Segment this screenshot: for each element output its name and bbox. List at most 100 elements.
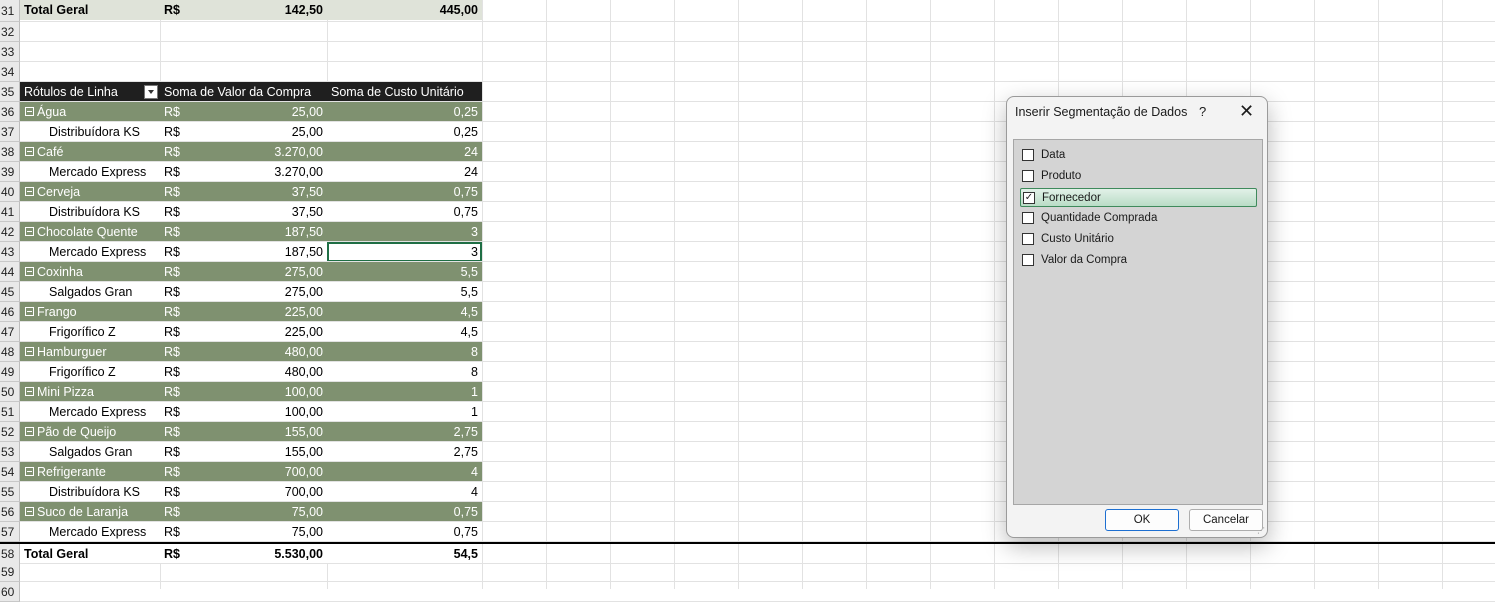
- cancel-button[interactable]: Cancelar: [1189, 509, 1263, 531]
- field-option[interactable]: Custo Unitário: [1020, 230, 1257, 249]
- category-cost[interactable]: 8: [327, 342, 482, 362]
- collapse-icon[interactable]: [25, 107, 34, 116]
- supplier-cost[interactable]: 24: [327, 162, 482, 182]
- supplier-value[interactable]: 275,00: [160, 282, 327, 302]
- supplier-cost[interactable]: 5,5: [327, 282, 482, 302]
- row-number[interactable]: 31: [0, 0, 20, 22]
- checkbox[interactable]: [1022, 254, 1034, 266]
- supplier-value[interactable]: 480,00: [160, 362, 327, 382]
- collapse-icon[interactable]: [25, 427, 34, 436]
- supplier-value[interactable]: 3.270,00: [160, 162, 327, 182]
- row-number[interactable]: 46: [0, 302, 20, 322]
- row-number[interactable]: 58: [0, 544, 20, 564]
- row-number[interactable]: 43: [0, 242, 20, 262]
- row-number[interactable]: 54: [0, 462, 20, 482]
- row-labels-header[interactable]: Rótulos de Linha: [20, 82, 160, 102]
- row-number[interactable]: 38: [0, 142, 20, 162]
- close-icon[interactable]: ✕: [1239, 101, 1254, 121]
- row-number[interactable]: 39: [0, 162, 20, 182]
- row-number[interactable]: 37: [0, 122, 20, 142]
- filter-dropdown-icon[interactable]: [144, 85, 158, 99]
- category-value[interactable]: 37,50: [160, 182, 327, 202]
- supplier-label[interactable]: Mercado Express: [20, 162, 160, 182]
- category-cost[interactable]: 0,75: [327, 182, 482, 202]
- supplier-cost[interactable]: 2,75: [327, 442, 482, 462]
- supplier-label[interactable]: Mercado Express: [20, 402, 160, 422]
- help-icon[interactable]: ?: [1199, 104, 1206, 119]
- row-number[interactable]: 48: [0, 342, 20, 362]
- row-number[interactable]: 55: [0, 482, 20, 502]
- category-label[interactable]: Cerveja: [20, 182, 160, 202]
- checkbox[interactable]: [1022, 212, 1034, 224]
- row-number[interactable]: 41: [0, 202, 20, 222]
- supplier-cost[interactable]: 8: [327, 362, 482, 382]
- checkbox-checked[interactable]: ✓: [1023, 192, 1035, 204]
- row-number[interactable]: 53: [0, 442, 20, 462]
- category-label[interactable]: Frango: [20, 302, 160, 322]
- category-value[interactable]: 480,00: [160, 342, 327, 362]
- collapse-icon[interactable]: [25, 227, 34, 236]
- category-cost[interactable]: 5,5: [327, 262, 482, 282]
- grand-total-value[interactable]: 5.530,00: [160, 544, 327, 564]
- supplier-cost[interactable]: 4: [327, 482, 482, 502]
- row-number[interactable]: 35: [0, 82, 20, 102]
- category-label[interactable]: Hamburguer: [20, 342, 160, 362]
- collapse-icon[interactable]: [25, 187, 34, 196]
- checkbox[interactable]: [1022, 170, 1034, 182]
- row-number[interactable]: 56: [0, 502, 20, 522]
- supplier-label[interactable]: Frigorífico Z: [20, 362, 160, 382]
- supplier-cost[interactable]: 0,75: [327, 522, 482, 542]
- supplier-cost[interactable]: 3: [327, 242, 482, 262]
- category-value[interactable]: 187,50: [160, 222, 327, 242]
- category-cost[interactable]: 2,75: [327, 422, 482, 442]
- row-number[interactable]: 59: [0, 562, 20, 582]
- supplier-cost[interactable]: 0,75: [327, 202, 482, 222]
- category-value[interactable]: 3.270,00: [160, 142, 327, 162]
- grand-total-label[interactable]: Total Geral: [20, 544, 160, 564]
- supplier-cost[interactable]: 0,25: [327, 122, 482, 142]
- category-cost[interactable]: 0,75: [327, 502, 482, 522]
- row-number[interactable]: 51: [0, 402, 20, 422]
- sum-value-header[interactable]: Soma de Valor da Compra: [160, 82, 327, 102]
- supplier-cost[interactable]: 4,5: [327, 322, 482, 342]
- category-value[interactable]: 25,00: [160, 102, 327, 122]
- supplier-label[interactable]: Distribuídora KS: [20, 122, 160, 142]
- supplier-value[interactable]: 100,00: [160, 402, 327, 422]
- category-label[interactable]: Refrigerante: [20, 462, 160, 482]
- supplier-value[interactable]: 37,50: [160, 202, 327, 222]
- category-cost[interactable]: 24: [327, 142, 482, 162]
- row-number[interactable]: 36: [0, 102, 20, 122]
- supplier-cost[interactable]: 1: [327, 402, 482, 422]
- field-option[interactable]: Produto: [1020, 167, 1257, 186]
- category-label[interactable]: Chocolate Quente: [20, 222, 160, 242]
- collapse-icon[interactable]: [25, 467, 34, 476]
- supplier-label[interactable]: Distribuídora KS: [20, 482, 160, 502]
- collapse-icon[interactable]: [25, 347, 34, 356]
- row-number[interactable]: 33: [0, 42, 20, 62]
- collapse-icon[interactable]: [25, 267, 34, 276]
- category-value[interactable]: 75,00: [160, 502, 327, 522]
- collapse-icon[interactable]: [25, 307, 34, 316]
- supplier-label[interactable]: Salgados Gran: [20, 442, 160, 462]
- grand-total-cost[interactable]: 54,5: [327, 544, 482, 564]
- row-number[interactable]: 50: [0, 382, 20, 402]
- category-cost[interactable]: 4: [327, 462, 482, 482]
- category-label[interactable]: Água: [20, 102, 160, 122]
- category-cost[interactable]: 4,5: [327, 302, 482, 322]
- spreadsheet-grid[interactable]: Total Geral R$ 142,50 445,00 31 32 33 34 Rótulos…: [0, 0, 1495, 602]
- supplier-label[interactable]: Mercado Express: [20, 522, 160, 542]
- category-value[interactable]: 225,00: [160, 302, 327, 322]
- category-value[interactable]: 100,00: [160, 382, 327, 402]
- field-option[interactable]: Data: [1020, 146, 1257, 165]
- category-cost[interactable]: 3: [327, 222, 482, 242]
- top-total-cost[interactable]: 445,00: [327, 0, 482, 20]
- row-number[interactable]: 49: [0, 362, 20, 382]
- category-label[interactable]: Café: [20, 142, 160, 162]
- row-number[interactable]: 47: [0, 322, 20, 342]
- row-number[interactable]: 60: [0, 582, 20, 602]
- top-total-label[interactable]: Total Geral: [20, 0, 160, 20]
- supplier-value[interactable]: 25,00: [160, 122, 327, 142]
- category-value[interactable]: 155,00: [160, 422, 327, 442]
- row-number[interactable]: 45: [0, 282, 20, 302]
- supplier-label[interactable]: Frigorífico Z: [20, 322, 160, 342]
